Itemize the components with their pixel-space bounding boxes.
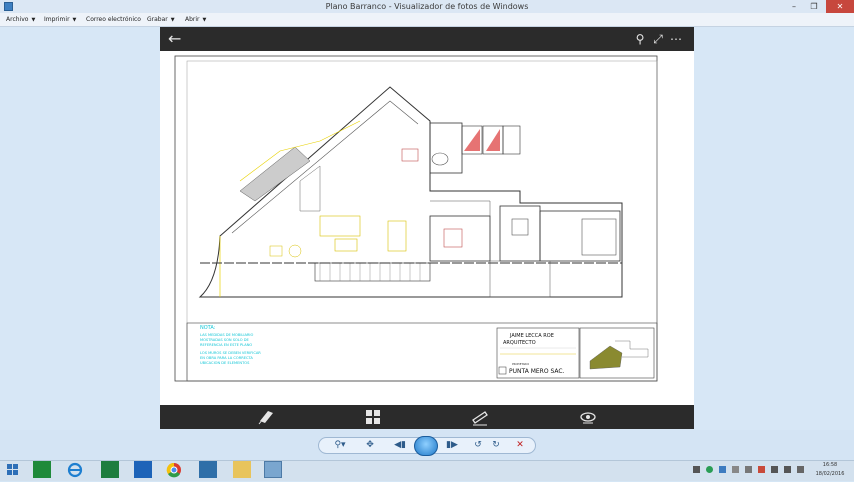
image-canvas: NOTA: LAS MEDIDAS DE MOBILIARIO MOSTRADA… — [160, 51, 694, 405]
eye-view-icon[interactable] — [578, 407, 598, 427]
tray-icon[interactable] — [706, 466, 713, 473]
previous-icon[interactable]: ◀▮ — [390, 438, 410, 453]
notes-line: REFERENCIA EN ESTE PLANO — [200, 343, 252, 347]
ruler-measure-icon[interactable] — [470, 407, 490, 427]
next-icon[interactable]: ▮▶ — [442, 438, 462, 453]
architect-name: JAIME LECCA ROE — [509, 333, 554, 339]
notes-line: LAS MEDIDAS DE MOBILIARIO — [200, 333, 253, 337]
menu-archivo[interactable]: Archivo ▼ — [6, 13, 35, 26]
window-title: Plano Barranco - Visualizador de fotos d… — [325, 2, 529, 11]
notes-line: LOS MUROS SE DEBEN VERIFICAR — [200, 351, 261, 355]
notes-line: EN OBRA PARA LA CORRECTA — [200, 356, 253, 360]
notes-line: MOSTRADAS SON SOLO DE — [200, 338, 249, 342]
clock-date: 18/02/2016 — [815, 471, 845, 477]
notes-heading: NOTA: — [200, 325, 216, 331]
clock-time: 16:58 — [822, 462, 838, 468]
client-name: PUNTA MERO SAC. — [509, 368, 565, 375]
file-explorer-icon[interactable] — [233, 461, 251, 478]
gallery-grid-icon[interactable] — [363, 407, 383, 427]
menu-imprimir[interactable]: Imprimir ▼ — [44, 13, 76, 26]
excel-icon[interactable] — [101, 461, 119, 478]
close-button[interactable]: ✕ — [826, 0, 854, 13]
client-label: PROPIETARIO — [512, 362, 529, 366]
keyboard-icon[interactable] — [797, 466, 804, 473]
chevron-down-icon: ▼ — [31, 17, 36, 23]
outlook-icon[interactable] — [134, 461, 152, 478]
tray-icon[interactable] — [732, 466, 739, 473]
fullscreen-icon[interactable]: ⤢ — [650, 31, 666, 47]
menu-grabar[interactable]: Grabar ▼ — [147, 13, 175, 26]
menu-abrir[interactable]: Abrir ▼ — [185, 13, 206, 26]
viewer-top-bar — [160, 27, 694, 51]
rotate-left-icon[interactable]: ↺ — [471, 438, 485, 453]
back-arrow-icon[interactable]: ← — [168, 29, 188, 49]
slideshow-stack-icon[interactable] — [256, 407, 276, 427]
actual-size-icon[interactable]: ✥ — [362, 438, 378, 453]
play-slideshow-button[interactable] — [414, 436, 438, 456]
photos-app-icon[interactable] — [199, 461, 217, 478]
start-button-icon[interactable] — [4, 461, 22, 478]
maximize-button[interactable]: ❐ — [804, 0, 824, 13]
chevron-down-icon: ▼ — [170, 17, 175, 23]
architect-title: ARQUITECTO — [503, 340, 536, 346]
more-options-icon[interactable]: ⋯ — [668, 31, 684, 47]
chrome-icon[interactable] — [165, 461, 183, 478]
tray-icon[interactable] — [693, 466, 700, 473]
tray-icon[interactable] — [758, 466, 765, 473]
photo-viewer-taskbar-icon[interactable] — [264, 461, 282, 478]
chevron-down-icon: ▼ — [72, 17, 77, 23]
chevron-down-icon: ▼ — [202, 17, 207, 23]
network-icon[interactable] — [771, 466, 778, 473]
delete-icon[interactable]: ✕ — [513, 438, 527, 453]
zoom-icon[interactable]: ⚲ — [632, 31, 648, 47]
zoom-icon[interactable]: ⚲▾ — [330, 438, 350, 453]
menu-correo-electronico[interactable]: Correo electrónico — [86, 13, 141, 26]
system-clock[interactable]: 16:58 18/02/2016 — [808, 461, 852, 479]
minimize-button[interactable]: – — [784, 0, 804, 13]
floor-plan-drawing: NOTA: LAS MEDIDAS DE MOBILIARIO MOSTRADA… — [174, 55, 658, 382]
volume-icon[interactable] — [784, 466, 791, 473]
notes-line: UBICACION DE ELEMENTOS — [200, 361, 250, 365]
store-icon[interactable] — [33, 461, 51, 478]
tray-icon[interactable] — [719, 466, 726, 473]
viewer-bottom-bar — [160, 405, 694, 429]
internet-explorer-icon[interactable] — [66, 461, 84, 478]
rotate-right-icon[interactable]: ↻ — [489, 438, 503, 453]
tray-icon[interactable] — [745, 466, 752, 473]
